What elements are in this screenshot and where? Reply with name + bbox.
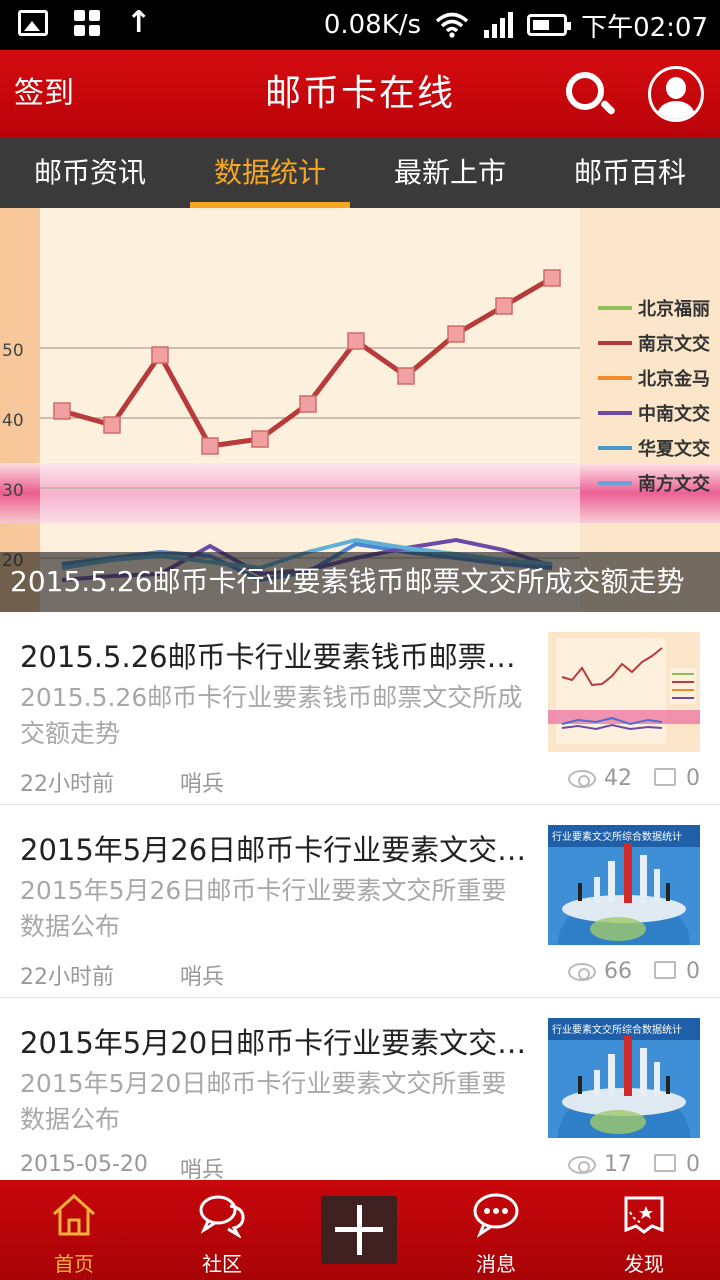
status-bar: ↑ 0.08K/s 下午02:07 [0,0,720,50]
data-point [103,416,121,434]
data-point [299,395,317,413]
tab-encyclopedia[interactable]: 邮币百科 [540,138,720,208]
comment-icon [654,1154,676,1172]
article-author: 哨兵 [180,772,225,797]
article-time: 22小时前 [20,965,114,990]
network-speed: 0.08K/s [323,10,422,40]
article-views: 66 [604,959,632,984]
community-icon [199,1195,245,1238]
data-point [53,402,71,420]
app-header: 签到 邮币卡在线 [0,50,720,138]
views-icon [568,963,596,981]
upload-arrow-icon: ↑ [126,5,152,40]
post-button[interactable] [321,1196,397,1264]
y-tick-label: 40 [2,411,24,431]
nav-home-label: 首页 [54,1252,94,1276]
article-time: 22小时前 [20,772,114,797]
legend-label: 北京金马 [638,368,710,390]
article-author: 哨兵 [180,965,225,990]
data-point [151,346,169,364]
legend-label: 华夏文交 [638,438,710,460]
article-summary: 2015年5月20日邮币卡行业要素文交所重要数据公布 [20,1069,507,1134]
clock: 下午02:07 [581,12,708,43]
gallery-icon [18,10,48,36]
legend-label: 中南文交 [638,403,710,425]
article-summary: 2015.5.26邮币卡行业要素钱币邮票文交所成交额走势 [20,683,523,748]
comment-icon [654,768,676,786]
nav-community[interactable]: 社区 [162,1180,282,1280]
nav-messages-label: 消息 [476,1252,516,1276]
app-root: ↑ 0.08K/s 下午02:07 签到 邮币卡在线 邮币资讯 数据统计 最新上… [0,0,720,1280]
signal-icon [484,12,514,38]
article-item[interactable]: 2015.5.26邮币卡行业要素钱币邮票文交所成交额走势 2015.5.26邮币… [0,612,720,805]
category-tabs: 邮币资讯 数据统计 最新上市 邮币百科 [0,138,720,208]
article-thumbnail: 行业要素文交所综合数据统计 [548,1018,700,1138]
tab-new-listings[interactable]: 最新上市 [360,138,540,208]
data-point [543,269,561,287]
y-tick-label: 30 [2,481,24,501]
data-point [447,325,465,343]
data-point [251,430,269,448]
data-point [201,437,219,455]
nav-home[interactable]: 首页 [14,1180,134,1280]
apps-icon [74,10,100,36]
profile-button[interactable] [648,66,704,122]
article-time: 2015-05-20 [20,1152,148,1177]
article-list: 2015.5.26邮币卡行业要素钱币邮票文交所成交额走势 2015.5.26邮币… [0,612,720,1191]
signin-button[interactable]: 签到 [14,50,74,138]
featured-banner[interactable]: 20304050 北京福丽南京文交北京金马中南文交华夏文交南方文交 2015.5… [0,208,720,612]
nav-community-label: 社区 [202,1252,242,1276]
discover-icon [624,1196,664,1234]
article-item[interactable]: 2015年5月26日邮币卡行业要素文交所重要数据公布 2015年5月26日邮币卡… [0,805,720,998]
tab-statistics[interactable]: 数据统计 [180,138,360,208]
tab-news[interactable]: 邮币资讯 [0,138,180,208]
article-thumbnail: 行业要素文交所综合数据统计 [548,825,700,945]
article-views: 17 [604,1152,632,1177]
article-thumbnail [548,632,700,752]
legend-label: 南京文交 [638,333,710,355]
banner-caption: 2015.5.26邮币卡行业要素钱币邮票文交所成交额走势 [0,552,720,612]
thumb-caption: 行业要素文交所综合数据统计 [552,830,682,843]
article-title: 2015年5月26日邮币卡行业要素文交所重要数据公布 [20,833,540,867]
search-button[interactable] [562,68,617,122]
comment-icon [654,961,676,979]
article-summary: 2015年5月26日邮币卡行业要素文交所重要数据公布 [20,876,507,941]
nav-messages[interactable]: 消息 [436,1180,556,1280]
article-comments: 0 [686,766,700,791]
message-icon [473,1193,519,1238]
article-title: 2015年5月20日邮币卡行业要素文交所重要数据公布 [20,1026,540,1060]
nav-discover[interactable]: 发现 [584,1180,704,1280]
data-point [397,367,415,385]
article-title: 2015.5.26邮币卡行业要素钱币邮票文交所成交额走势 [20,640,540,674]
legend-label: 北京福丽 [638,298,710,320]
data-point [347,332,365,350]
home-icon [52,1193,96,1236]
y-tick-label: 50 [2,341,24,361]
thumb-caption: 行业要素文交所综合数据统计 [552,1023,682,1036]
article-views: 42 [604,766,632,791]
battery-icon [527,14,572,36]
article-comments: 0 [686,1152,700,1177]
data-point [495,297,513,315]
views-icon [568,770,596,788]
wifi-icon [435,12,469,38]
nav-discover-label: 发现 [624,1252,664,1276]
article-comments: 0 [686,959,700,984]
legend-label: 南方文交 [638,473,710,495]
views-icon [568,1156,596,1174]
bottom-navigation: 首页 社区 消息 发现 [0,1180,720,1280]
article-item[interactable]: 2015年5月20日邮币卡行业要素文交所重要数据公布 2015年5月20日邮币卡… [0,998,720,1191]
